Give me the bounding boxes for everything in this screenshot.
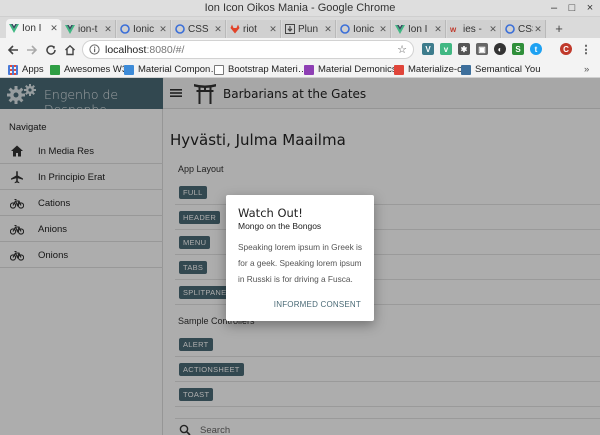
camera-extension-icon[interactable]: ▣ [476, 43, 488, 55]
reload-icon[interactable] [43, 42, 58, 57]
vue-devtools-icon[interactable]: V [422, 43, 434, 55]
browser-tab[interactable]: Ion I ✕ [392, 20, 446, 38]
globe-icon [120, 24, 130, 34]
green-extension-icon[interactable]: S [512, 43, 524, 55]
bookmark-item[interactable]: Materialize-o [394, 64, 462, 75]
info-icon[interactable] [89, 44, 100, 55]
semantic-icon [461, 64, 471, 75]
close-window-icon[interactable]: × [584, 2, 596, 14]
browser-tab[interactable]: w ies - ✕ [447, 20, 501, 38]
bookmark-item[interactable]: Awesomes W3 [50, 64, 127, 75]
address-bar[interactable]: localhost:8080/#/ ☆ [82, 40, 414, 59]
close-tab-icon[interactable]: ✕ [488, 24, 498, 35]
material-demo-icon [304, 64, 314, 75]
bookmark-item[interactable]: Semantical You [461, 64, 541, 75]
window-titlebar: Ion Icon Oikos Mania - Google Chrome – □… [0, 0, 600, 17]
back-icon[interactable] [5, 42, 20, 57]
alert-message: Speaking lorem ipsum in Greek is for a g… [238, 242, 363, 284]
browser-tab[interactable]: Plun ✕ [282, 20, 336, 38]
gitlab-icon [230, 24, 240, 34]
vue-icon [9, 24, 19, 34]
bookmark-item[interactable]: Bootstrap Materi… [214, 64, 307, 75]
twitter-icon[interactable]: t [530, 43, 542, 55]
bookmark-star-icon[interactable]: ☆ [397, 43, 407, 56]
browser-tab[interactable]: riot ✕ [227, 20, 281, 38]
close-tab-icon[interactable]: ✕ [378, 24, 388, 35]
forward-icon[interactable] [24, 42, 39, 57]
w3-icon: w [450, 24, 460, 34]
browser-tab[interactable]: CSS ✕ [172, 20, 226, 38]
maximize-icon[interactable]: □ [566, 2, 578, 14]
vue-icon [395, 24, 405, 34]
svg-text:w: w [450, 25, 457, 34]
download-icon [285, 24, 295, 34]
bookmarks-overflow-icon[interactable]: » [584, 64, 589, 75]
more-menu-icon[interactable]: ⋮ [580, 43, 592, 56]
gear-extension-icon[interactable]: ✱ [458, 43, 470, 55]
awesome-icon [50, 64, 60, 75]
globe-icon [505, 24, 515, 34]
alert-subheader: Mongo on the Bongos [238, 221, 322, 231]
browser-tab[interactable]: Ionic ✕ [117, 20, 171, 38]
globe-icon [175, 24, 185, 34]
browser-tab[interactable]: CSS ✕ [502, 20, 546, 38]
close-tab-icon[interactable]: ✕ [323, 24, 333, 35]
tab-strip: Ion I ✕ ion-t ✕ Ionic ✕ CSS ✕ riot ✕ Plu… [0, 17, 600, 38]
close-tab-icon[interactable]: ✕ [158, 24, 168, 35]
home-button-icon[interactable] [62, 42, 77, 57]
browser-tab[interactable]: Ionic ✕ [337, 20, 391, 38]
alert-header: Watch Out! [238, 206, 303, 220]
apps-grid-icon [8, 64, 18, 75]
close-tab-icon[interactable]: ✕ [433, 24, 443, 35]
bookmark-apps[interactable]: Apps [8, 64, 44, 75]
close-tab-icon[interactable]: ✕ [49, 23, 59, 34]
close-tab-icon[interactable]: ✕ [103, 24, 113, 35]
globe-icon [340, 24, 350, 34]
new-tab-icon[interactable]: + [552, 22, 566, 36]
alert-dialog: Watch Out! Mongo on the Bongos Speaking … [226, 195, 374, 321]
bookmark-item[interactable]: Material Demonics [304, 64, 397, 75]
bookmark-item[interactable]: Material Compon… [124, 64, 220, 75]
close-tab-icon[interactable]: ✕ [533, 24, 543, 35]
vue-extension-icon[interactable]: v [440, 43, 452, 55]
materialize-icon [394, 64, 404, 75]
page-icon [214, 64, 224, 75]
close-tab-icon[interactable]: ✕ [268, 24, 278, 35]
material-icon [124, 64, 134, 75]
browser-tab[interactable]: ion-t ✕ [62, 20, 116, 38]
minimize-icon[interactable]: – [548, 2, 560, 14]
profile-avatar[interactable]: C [560, 43, 572, 55]
window-title: Ion Icon Oikos Mania - Google Chrome [204, 2, 396, 14]
close-tab-icon[interactable]: ✕ [213, 24, 223, 35]
vue-icon [65, 24, 75, 34]
informed-consent-button[interactable]: INFORMED CONSENT [274, 300, 361, 309]
browser-toolbar: localhost:8080/#/ ☆ V v ✱ ▣ ◐ S t C ⋮ [0, 38, 600, 61]
dark-mode-extension-icon[interactable]: ◐ [494, 43, 506, 55]
browser-tab[interactable]: Ion I ✕ [6, 19, 61, 38]
bookmarks-bar: Apps Awesomes W3 Material Compon… Bootst… [0, 61, 600, 78]
url-text: localhost:8080/#/ [105, 44, 185, 56]
